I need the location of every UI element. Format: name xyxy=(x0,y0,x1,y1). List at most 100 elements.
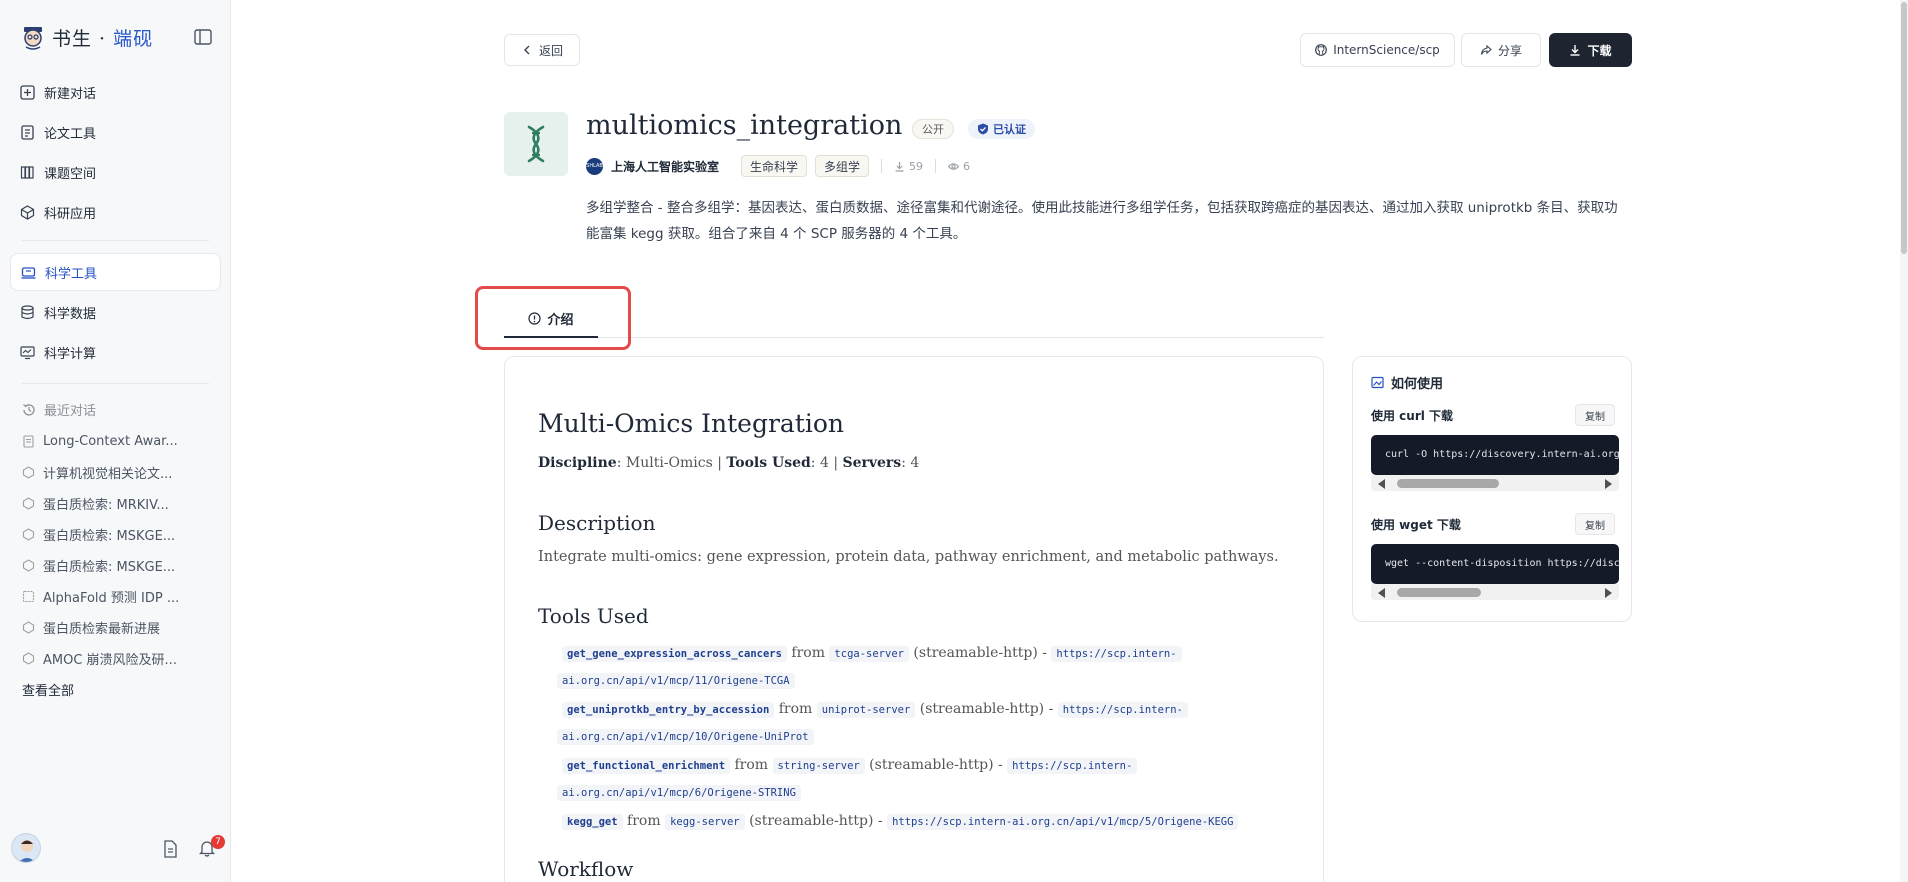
cube-icon xyxy=(22,497,35,510)
dna-icon xyxy=(527,125,545,163)
org-name[interactable]: 上海人工智能实验室 xyxy=(611,158,719,175)
sidebar-divider xyxy=(22,383,209,384)
chevron-left-icon xyxy=(523,45,530,55)
org-logo: SHLAB xyxy=(586,157,603,175)
notification-badge: 7 xyxy=(211,835,225,849)
recent-chat-item[interactable]: AlphaFold 预测 IDP ... xyxy=(22,581,212,612)
tool-url-link[interactable]: ai.org.cn/api/v1/mcp/11/Origene-TCGA xyxy=(557,673,795,689)
scroll-left-arrow[interactable] xyxy=(1378,588,1385,598)
recent-chat-item[interactable]: Long-Context Awar... xyxy=(22,426,212,457)
curl-command[interactable]: curl -O https://discovery.intern-ai.org.… xyxy=(1371,435,1619,475)
avatar[interactable] xyxy=(11,833,41,863)
monitor-icon xyxy=(20,345,35,359)
tool-url-link[interactable]: https://scp.intern- xyxy=(1007,758,1138,774)
nav-label: 论文工具 xyxy=(44,126,97,142)
download-count: 59 xyxy=(894,160,923,173)
cube-icon xyxy=(20,204,35,220)
cube-icon xyxy=(22,559,35,572)
document-icon xyxy=(23,435,34,448)
tab-intro[interactable]: 介绍 xyxy=(504,300,598,338)
scroll-right-arrow[interactable] xyxy=(1605,588,1612,598)
scroll-right-arrow[interactable] xyxy=(1605,479,1612,489)
cube-icon xyxy=(22,621,35,634)
books-icon xyxy=(20,165,34,179)
tag-life-science[interactable]: 生命科学 xyxy=(741,155,808,177)
view-all-link[interactable]: 查看全部 xyxy=(22,680,74,699)
tool-title: multiomics_integration xyxy=(586,110,903,141)
tool-list-item: get_functional_enrichment from string-se… xyxy=(557,752,1252,806)
tag-multiomics[interactable]: 多组学 xyxy=(815,155,870,177)
nav-item-science-compute[interactable]: 科学计算 xyxy=(10,333,221,371)
wget-scrollbar[interactable] xyxy=(1371,584,1619,600)
recent-chat-item[interactable]: 蛋白质检索: MSKGE... xyxy=(22,519,212,550)
nav-label: 新建对话 xyxy=(44,86,97,102)
scroll-left-arrow[interactable] xyxy=(1378,479,1385,489)
back-button[interactable]: 返回 xyxy=(504,34,580,66)
shield-check-icon xyxy=(978,123,988,135)
scholar-mascot-icon xyxy=(24,26,42,50)
usage-card: 如何使用 使用 curl 下载 复制 curl -O https://disco… xyxy=(1352,356,1632,622)
scroll-thumb[interactable] xyxy=(1397,479,1499,488)
image-icon xyxy=(1371,376,1384,389)
tool-url-link[interactable]: https://scp.intern- xyxy=(1057,702,1188,718)
tool-url-link[interactable]: https://scp.intern- xyxy=(1051,646,1182,662)
recent-chat-item[interactable]: 蛋白质检索: MSKGE... xyxy=(22,550,212,581)
document-icon[interactable] xyxy=(162,840,178,858)
recent-chats-list: Long-Context Awar... 计算机视觉相关论文... 蛋白质检索:… xyxy=(22,426,212,674)
tool-list-item: kegg_get from kegg-server (streamable-ht… xyxy=(562,808,1252,835)
document-icon xyxy=(21,124,34,140)
nav-label: 科学计算 xyxy=(44,346,97,362)
sidebar-divider xyxy=(22,240,209,241)
page-scroll-thumb[interactable] xyxy=(1901,2,1907,254)
nav-item-science-data[interactable]: 科学数据 xyxy=(10,293,221,331)
share-button[interactable]: 分享 xyxy=(1461,33,1541,67)
tools-list: get_gene_expression_across_cancers from … xyxy=(557,640,1252,837)
recent-chat-item[interactable]: 计算机视觉相关论文... xyxy=(22,457,212,488)
view-count: 6 xyxy=(948,160,970,173)
toolbox-icon xyxy=(21,266,36,279)
history-icon xyxy=(23,403,35,416)
description-text: Integrate multi-omics: gene expression, … xyxy=(538,549,1279,565)
brand-name: 书生 · 端砚 xyxy=(52,28,154,50)
readme-meta: Discipline: Multi-Omics | Tools Used: 4 … xyxy=(538,455,920,471)
nav-item-paper-tools[interactable]: 论文工具 xyxy=(10,113,221,151)
tool-url-link[interactable]: ai.org.cn/api/v1/mcp/6/Origene-STRING xyxy=(557,785,801,801)
recent-chats-heading: 最近对话 xyxy=(22,400,96,419)
copy-wget-button[interactable]: 复制 xyxy=(1575,513,1615,535)
tool-meta: SHLAB 上海人工智能实验室 生命科学 多组学 59 6 xyxy=(586,154,970,178)
tool-url-link[interactable]: https://scp.intern-ai.org.cn/api/v1/mcp/… xyxy=(887,814,1239,830)
github-button[interactable]: InternScience/scp xyxy=(1300,33,1455,67)
recent-chat-item[interactable]: 蛋白质检索: MRKIV... xyxy=(22,488,212,519)
page-scrollbar[interactable] xyxy=(1900,0,1908,882)
database-icon xyxy=(21,304,34,319)
recent-chat-item[interactable]: AMOC 崩溃风险及研... xyxy=(22,643,212,674)
wget-label: 使用 wget 下载 xyxy=(1371,518,1461,532)
sidebar: 书生 · 端砚 新建对话 论文工具 课题空间 科研应用 科学工具 科学数据 科学… xyxy=(0,0,231,882)
download-button[interactable]: 下载 xyxy=(1549,33,1632,67)
tab-underline xyxy=(504,337,1324,338)
science-nav: 科学工具 科学数据 科学计算 xyxy=(10,253,221,373)
curl-scrollbar[interactable] xyxy=(1371,475,1619,491)
nav-item-research-apps[interactable]: 科研应用 xyxy=(10,193,221,231)
readme-title: Multi-Omics Integration xyxy=(538,409,845,438)
nav-item-science-tools[interactable]: 科学工具 xyxy=(10,253,221,291)
nav-label: 科研应用 xyxy=(44,206,97,222)
readme-card: Multi-Omics Integration Discipline: Mult… xyxy=(504,356,1324,882)
cube-icon xyxy=(22,466,35,479)
recent-chat-item[interactable]: 蛋白质检索最新进展 xyxy=(22,612,212,643)
description-heading: Description xyxy=(538,511,656,535)
tool-list-item: get_gene_expression_across_cancers from … xyxy=(557,640,1252,694)
grid-icon xyxy=(22,590,35,603)
wget-command[interactable]: wget --content-disposition https://disco… xyxy=(1371,544,1619,584)
copy-curl-button[interactable]: 复制 xyxy=(1575,404,1615,426)
download-icon xyxy=(895,161,904,172)
nav-item-project-space[interactable]: 课题空间 xyxy=(10,153,221,191)
sidebar-toggle-icon[interactable] xyxy=(194,29,212,45)
meta-separator xyxy=(881,159,883,173)
tool-url-link[interactable]: ai.org.cn/api/v1/mcp/10/Origene-UniProt xyxy=(557,729,814,745)
eye-icon xyxy=(948,162,960,170)
scroll-thumb[interactable] xyxy=(1397,588,1481,597)
nav-item-new-chat[interactable]: 新建对话 xyxy=(10,73,221,111)
tool-icon xyxy=(504,112,568,176)
brand[interactable]: 书生 · 端砚 xyxy=(20,24,153,51)
